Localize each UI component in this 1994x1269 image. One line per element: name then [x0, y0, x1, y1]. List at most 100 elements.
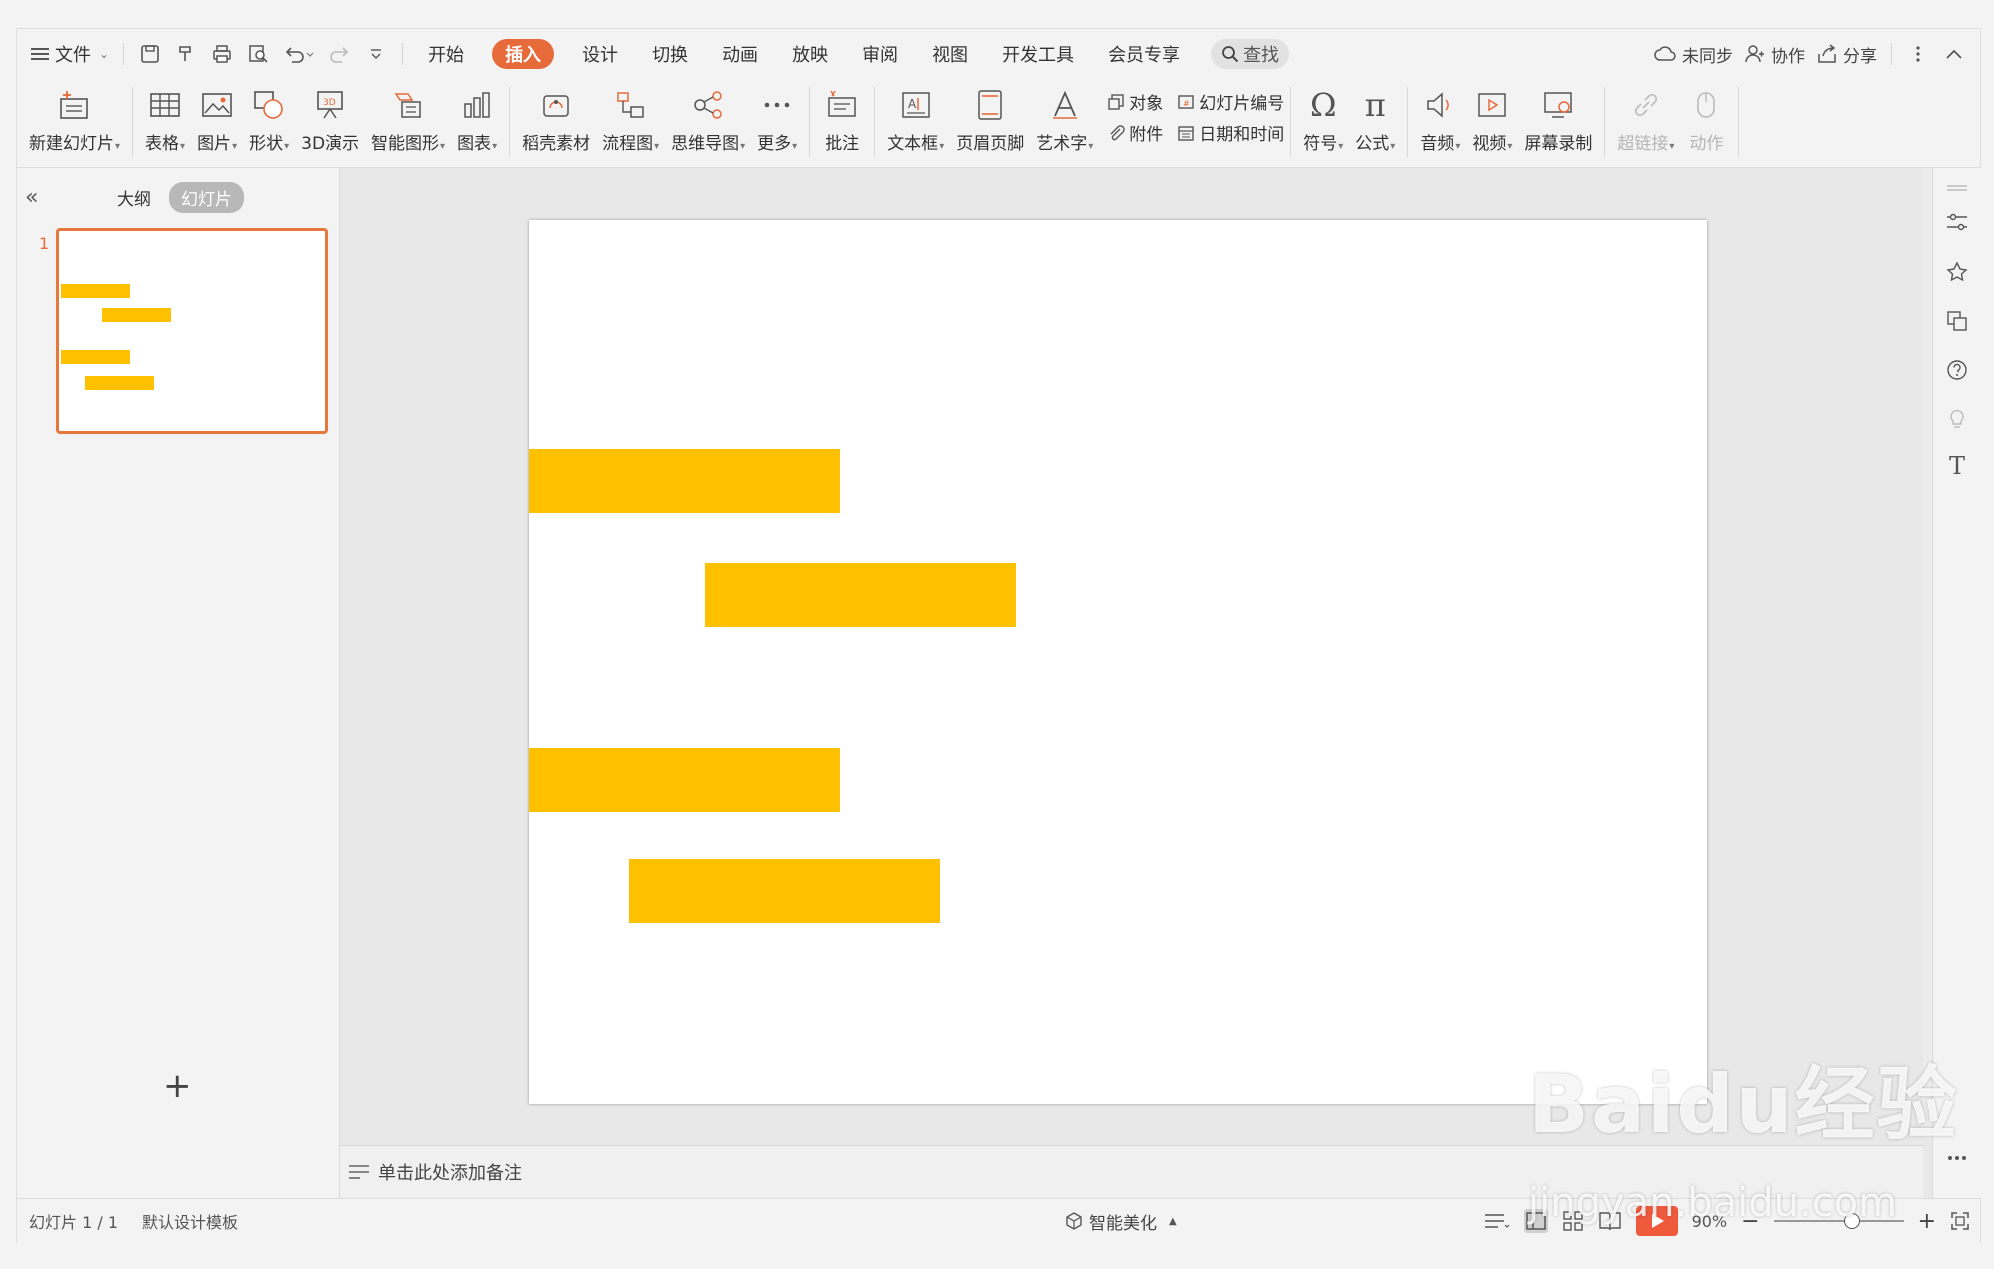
- chart-button[interactable]: 图表▾: [451, 79, 503, 154]
- watermark-logo: Baidu经验: [1528, 1058, 1959, 1151]
- lightbulb-icon[interactable]: [1945, 406, 1969, 430]
- calendar-icon: [1177, 124, 1195, 142]
- textbox-button[interactable]: A 文本框▾: [881, 79, 950, 154]
- beautify-label: 智能美化: [1089, 1213, 1157, 1234]
- search-box[interactable]: 查找: [1211, 39, 1290, 69]
- mindmap-icon: [688, 85, 728, 125]
- comment-button[interactable]: 批注: [816, 79, 868, 154]
- notes-icon: [348, 1163, 370, 1181]
- zoom-in-icon[interactable]: +: [1918, 1209, 1936, 1234]
- shape-label: 形状: [249, 134, 284, 154]
- add-slide-button[interactable]: +: [163, 1066, 192, 1106]
- vertical-scrollbar[interactable]: [1923, 168, 1932, 1138]
- header-footer-icon: [970, 85, 1010, 125]
- menu-bar: 文件 ⌄ 开始 插入 设计 切换 动画 放映 审阅 视图 开发工具 会员专享 查…: [17, 29, 1980, 79]
- flowchart-button[interactable]: 流程图▾: [596, 79, 665, 154]
- slide-thumbnail-number: 1: [39, 234, 50, 253]
- yellow-bar[interactable]: [529, 449, 840, 513]
- picture-label: 图片: [197, 134, 232, 154]
- picture-button[interactable]: 图片▾: [191, 79, 243, 154]
- demo3d-button[interactable]: 3D 3D演示: [295, 79, 365, 154]
- more-options-icon[interactable]: [1906, 42, 1930, 66]
- tab-transitions[interactable]: 切换: [646, 37, 694, 71]
- tab-slideshow[interactable]: 放映: [786, 37, 834, 71]
- smartart-button[interactable]: 智能图形▾: [365, 79, 451, 154]
- screen-record-button[interactable]: 屏幕录制: [1518, 79, 1598, 154]
- object-label: 对象: [1129, 94, 1164, 114]
- help-icon[interactable]: [1945, 358, 1969, 382]
- undo-icon[interactable]: [282, 42, 316, 66]
- redo-icon[interactable]: [328, 42, 352, 66]
- textbox-label: 文本框: [887, 134, 939, 154]
- video-icon: [1472, 85, 1512, 125]
- file-menu[interactable]: 文件 ⌄: [25, 37, 115, 71]
- datetime-button[interactable]: 日期和时间: [1177, 120, 1284, 145]
- formula-label: 公式: [1355, 134, 1390, 154]
- print-icon[interactable]: [210, 42, 234, 66]
- mindmap-button[interactable]: 思维导图▾: [665, 79, 751, 154]
- animation-star-icon[interactable]: [1945, 260, 1969, 284]
- table-icon: [145, 85, 185, 125]
- collaborate-button[interactable]: 协作: [1739, 37, 1811, 71]
- yellow-bar[interactable]: [705, 563, 1016, 627]
- format-painter-icon[interactable]: [174, 42, 198, 66]
- more-button[interactable]: 更多▾: [751, 79, 803, 154]
- tab-animations[interactable]: 动画: [716, 37, 764, 71]
- outline-tab[interactable]: 大纲: [117, 185, 151, 210]
- align-menu-icon[interactable]: [1484, 1212, 1510, 1230]
- table-button[interactable]: 表格▾: [139, 79, 191, 154]
- tab-view[interactable]: 视图: [926, 37, 974, 71]
- tab-home[interactable]: 开始: [422, 37, 470, 71]
- pi-icon: π: [1364, 86, 1386, 124]
- header-footer-button[interactable]: 页眉页脚: [950, 79, 1030, 154]
- action-button[interactable]: 动作: [1680, 79, 1732, 154]
- tab-member[interactable]: 会员专享: [1102, 37, 1186, 71]
- template-name[interactable]: 默认设计模板: [130, 1209, 250, 1233]
- fit-window-icon[interactable]: [1950, 1211, 1970, 1231]
- hyperlink-button[interactable]: 超链接▾: [1611, 79, 1680, 154]
- material-icon: [536, 85, 576, 125]
- text-format-icon[interactable]: T: [1945, 452, 1969, 480]
- audio-button[interactable]: 音频▾: [1414, 79, 1466, 154]
- docer-material-button[interactable]: 稻壳素材: [516, 79, 596, 154]
- shape-button[interactable]: 形状▾: [243, 79, 295, 154]
- tab-developer[interactable]: 开发工具: [996, 37, 1080, 71]
- share-button[interactable]: 分享: [1811, 37, 1883, 71]
- properties-icon[interactable]: [1945, 210, 1969, 234]
- shape-icon: [249, 85, 289, 125]
- symbol-button[interactable]: Ω 符号▾: [1297, 79, 1349, 154]
- cloud-sync-icon: [1654, 45, 1676, 63]
- tab-insert[interactable]: 插入: [492, 39, 555, 69]
- object-button[interactable]: 对象: [1107, 89, 1163, 114]
- tab-design[interactable]: 设计: [576, 37, 624, 71]
- print-preview-icon[interactable]: [246, 42, 270, 66]
- wordart-button[interactable]: 艺术字▾: [1030, 79, 1099, 154]
- customize-toolbar-icon[interactable]: [364, 42, 388, 66]
- slide[interactable]: [529, 220, 1707, 1104]
- slide-number-button[interactable]: # 幻灯片编号: [1177, 89, 1284, 114]
- formula-button[interactable]: π 公式▾: [1349, 79, 1401, 154]
- slide-panel: « 大纲 幻灯片 1 +: [17, 168, 340, 1198]
- smart-beautify-button[interactable]: 智能美化 ▲: [1065, 1209, 1177, 1234]
- drag-handle-icon[interactable]: [1945, 176, 1969, 200]
- slide-number-label: 幻灯片编号: [1199, 94, 1285, 114]
- collapse-panel-icon[interactable]: «: [25, 185, 38, 210]
- video-button[interactable]: 视频▾: [1466, 79, 1518, 154]
- yellow-bar[interactable]: [629, 859, 940, 923]
- slides-tab[interactable]: 幻灯片: [169, 181, 244, 213]
- save-icon[interactable]: [138, 42, 162, 66]
- comment-icon: [822, 85, 862, 125]
- thumb-bar: [61, 350, 130, 364]
- attachment-button[interactable]: 附件: [1107, 120, 1163, 145]
- screen-record-label: 屏幕录制: [1524, 134, 1593, 154]
- yellow-bar[interactable]: [529, 748, 840, 812]
- hyperlink-label: 超链接: [1617, 134, 1669, 154]
- attachment-label: 附件: [1129, 125, 1164, 145]
- new-slide-button[interactable]: 新建幻灯片▾: [23, 79, 126, 154]
- collapse-ribbon-icon[interactable]: [1942, 42, 1966, 66]
- mouse-icon: [1686, 85, 1726, 125]
- tab-review[interactable]: 审阅: [856, 37, 904, 71]
- transition-icon[interactable]: [1945, 309, 1969, 333]
- slide-thumbnail[interactable]: [56, 228, 328, 434]
- sync-status-button[interactable]: 未同步: [1648, 37, 1739, 71]
